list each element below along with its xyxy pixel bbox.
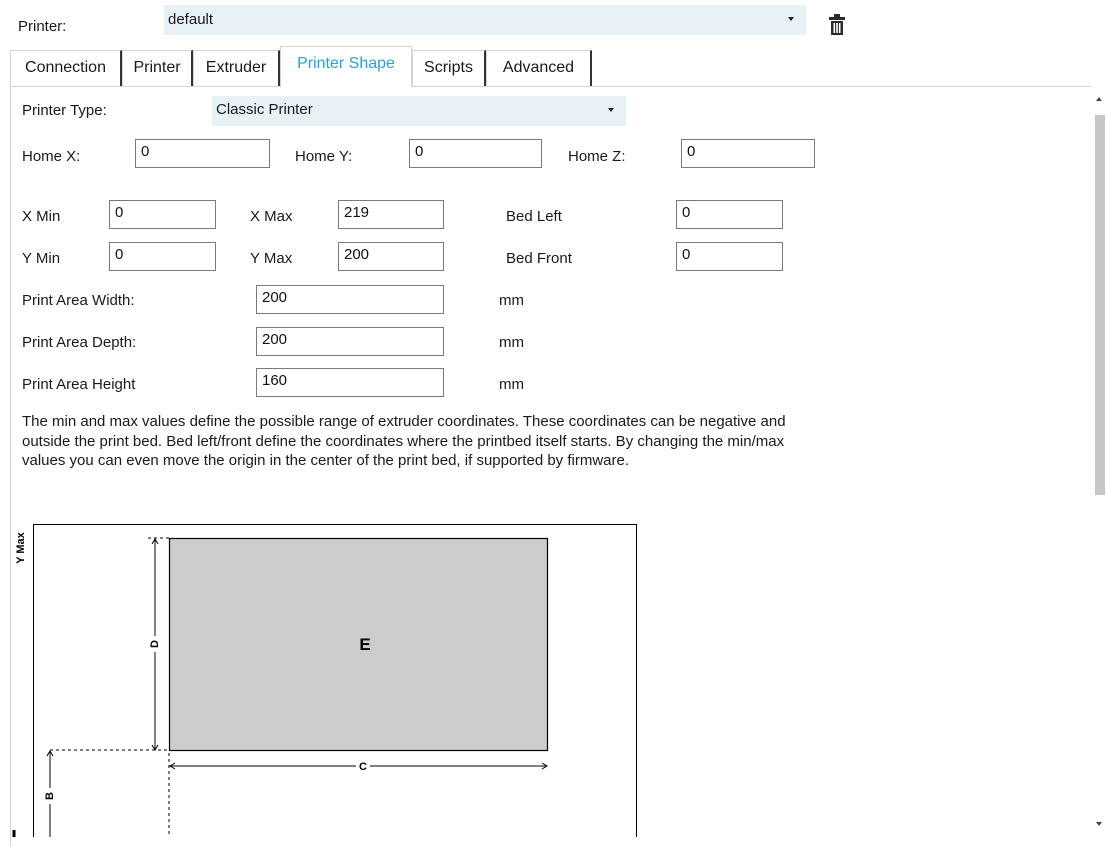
- home-x-input[interactable]: 0: [135, 139, 270, 168]
- tab-scripts[interactable]: Scripts: [412, 50, 486, 86]
- tab-extruder[interactable]: Extruder: [193, 50, 280, 86]
- y-min-label: Y Min: [22, 250, 61, 267]
- tab-advanced[interactable]: Advanced: [486, 50, 592, 86]
- depth-unit-label: mm: [499, 334, 524, 351]
- bed-left-input[interactable]: 0: [676, 200, 783, 229]
- home-z-input[interactable]: 0: [681, 139, 815, 168]
- tab-printer-shape[interactable]: Printer Shape: [280, 46, 412, 87]
- chevron-down-icon: [788, 17, 794, 21]
- print-area-depth-label: Print Area Depth:: [22, 334, 137, 351]
- x-min-input[interactable]: 0: [109, 200, 216, 229]
- y-max-input[interactable]: 200: [338, 242, 444, 271]
- info-text: The min and max values define the possib…: [22, 413, 786, 469]
- print-area-height-label: Print Area Height: [22, 376, 136, 393]
- scroll-down-icon[interactable]: [1096, 822, 1102, 826]
- scrollbar-thumb[interactable]: [1095, 115, 1105, 495]
- tab-connection[interactable]: Connection: [10, 50, 122, 86]
- trash-icon[interactable]: [828, 14, 846, 36]
- print-area-depth-input[interactable]: 200: [256, 327, 444, 356]
- printer-type-value: Classic Printer: [216, 101, 313, 118]
- chevron-down-icon: [608, 108, 614, 112]
- home-z-label: Home Z:: [568, 148, 626, 165]
- tab-printer[interactable]: Printer: [122, 50, 193, 86]
- printer-label: Printer:: [18, 18, 67, 35]
- bed-front-label: Bed Front: [506, 250, 572, 267]
- width-unit-label: mm: [499, 292, 524, 309]
- printer-select[interactable]: default: [164, 5, 806, 35]
- x-max-label: X Max: [250, 208, 293, 225]
- x-max-input[interactable]: 219: [338, 200, 444, 229]
- bed-front-input[interactable]: 0: [676, 242, 783, 271]
- bed-left-label: Bed Left: [506, 208, 562, 225]
- height-unit-label: mm: [499, 376, 524, 393]
- print-area-height-input[interactable]: 160: [256, 368, 444, 397]
- home-y-label: Home Y:: [295, 148, 353, 165]
- y-max-label: Y Max: [250, 250, 293, 267]
- print-area-width-label: Print Area Width:: [22, 292, 135, 309]
- printer-type-select[interactable]: Classic Printer: [212, 96, 626, 126]
- printer-select-value: default: [168, 11, 214, 28]
- printer-type-label: Printer Type:: [22, 102, 107, 119]
- print-area-width-input[interactable]: 200: [256, 285, 444, 314]
- scroll-up-icon[interactable]: [1096, 97, 1102, 101]
- home-x-label: Home X:: [22, 148, 81, 165]
- home-y-input[interactable]: 0: [409, 139, 542, 168]
- x-min-label: X Min: [22, 208, 61, 225]
- y-min-input[interactable]: 0: [109, 242, 216, 271]
